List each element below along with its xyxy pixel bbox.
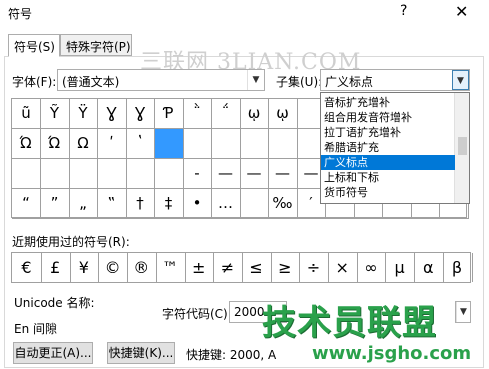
symbol-cell[interactable]: “	[12, 189, 41, 219]
symbol-cell[interactable]: ῳ	[268, 99, 298, 129]
recent-symbol-cell[interactable]: μ	[385, 253, 416, 282]
symbol-cell[interactable]: ”	[40, 189, 70, 219]
recent-symbol-cell[interactable]: ≥	[270, 253, 301, 282]
symbol-cell[interactable]	[240, 189, 269, 219]
char-code-label: 字符代码(C):	[162, 307, 232, 321]
shortcut-key-text: 快捷键: 2000, A	[186, 348, 277, 362]
unicode-name-value: En 间隙	[14, 322, 58, 336]
font-combobox[interactable]: (普通文本) ▼	[57, 69, 265, 91]
symbol-cell[interactable]: ʽ	[126, 129, 155, 159]
chevron-down-icon[interactable]: ▼	[456, 302, 470, 322]
symbol-cell[interactable]: ῭	[183, 99, 212, 129]
subset-option[interactable]: 货币符号	[321, 185, 455, 200]
recent-symbol-cell[interactable]: ÷	[299, 253, 329, 282]
symbol-cell[interactable]: ‟	[97, 189, 127, 219]
subset-option[interactable]: 音标扩充增补	[321, 95, 455, 110]
symbol-cell[interactable]	[154, 129, 184, 159]
symbol-cell[interactable]	[126, 159, 155, 189]
recent-symbol-cell[interactable]: ™	[156, 253, 186, 282]
symbol-cell[interactable]: Ƥ	[154, 99, 184, 129]
symbol-cell[interactable]: Ɣ	[126, 99, 155, 129]
symbol-cell[interactable]: ʹ	[97, 129, 127, 159]
close-icon[interactable]: ✕	[455, 2, 468, 21]
scrollbar-thumb[interactable]	[458, 137, 467, 155]
watermark-logo: 技术员联盟	[262, 303, 437, 343]
symbol-cell[interactable]	[154, 159, 184, 189]
symbol-cell[interactable]	[268, 129, 298, 159]
symbol-cell[interactable]	[12, 159, 41, 189]
symbol-cell[interactable]: Ÿ	[69, 99, 98, 129]
symbol-cell[interactable]: Ỹ	[40, 99, 70, 129]
recent-symbol-cell[interactable]: ©	[98, 253, 129, 282]
subset-combobox[interactable]: 广义标点 ▼	[320, 69, 470, 91]
recent-symbol-cell[interactable]: ®	[127, 253, 157, 282]
symbol-cell[interactable]	[40, 159, 70, 189]
recent-symbol-cell[interactable]: ±	[184, 253, 215, 282]
subset-label: 子集(U):	[276, 75, 323, 89]
symbol-cell[interactable]	[97, 159, 127, 189]
symbol-cell[interactable]: ῳ	[240, 99, 269, 129]
symbol-cell[interactable]	[211, 129, 241, 159]
recent-symbol-cell[interactable]: ¥	[69, 253, 100, 282]
subset-option[interactable]: 上标和下标	[321, 170, 455, 185]
recent-symbol-cell[interactable]: ≠	[213, 253, 243, 282]
subset-option[interactable]: 拉丁语扩充增补	[321, 125, 455, 140]
autocorrect-button[interactable]: 自动更正(A)...	[13, 342, 93, 364]
symbol-cell[interactable]	[183, 129, 212, 159]
char-code-value: 2000	[234, 305, 265, 319]
symbol-cell[interactable]	[69, 159, 98, 189]
tab-special-characters[interactable]: 特殊字符(P)	[60, 34, 132, 56]
recent-symbol-cell[interactable]: ≤	[242, 253, 272, 282]
symbol-cell[interactable]: ΅	[211, 99, 241, 129]
recent-symbol-cell[interactable]: €	[12, 253, 42, 282]
symbol-cell[interactable]: Ώ	[40, 129, 70, 159]
recent-symbol-cell[interactable]: ∞	[356, 253, 387, 282]
font-label: 字体(F):	[12, 75, 57, 89]
recent-symbols-row: € £ ¥ © ® ™ ± ≠ ≤ ≥ ÷ × ∞ μ α β	[11, 252, 473, 283]
symbol-cell[interactable]	[240, 129, 269, 159]
recent-symbol-cell[interactable]: α	[414, 253, 444, 282]
symbol-cell[interactable]: —	[211, 159, 241, 189]
subset-option[interactable]: 广义标点	[321, 155, 455, 170]
help-icon[interactable]: ?	[400, 3, 407, 19]
dropdown-scrollbar[interactable]	[454, 93, 469, 203]
symbol-cell[interactable]: „	[69, 189, 98, 219]
chevron-down-icon[interactable]: ▼	[247, 70, 264, 90]
subset-option[interactable]: 希腊语扩充	[321, 140, 455, 155]
unicode-name-label: Unicode 名称:	[14, 296, 95, 310]
symbol-cell[interactable]: —	[268, 159, 298, 189]
subset-dropdown-list: 音标扩充增补 组合用发音符增补 拉丁语扩充增补 希腊语扩充 广义标点 上标和下标 货币符号	[320, 92, 470, 204]
recent-symbols-label: 近期使用过的符号(R):	[12, 235, 130, 249]
shortcut-key-button[interactable]: 快捷键(K)...	[107, 342, 175, 364]
char-code-source-combobox[interactable]: ▼	[455, 301, 471, 323]
symbol-cell[interactable]: Ɣ	[97, 99, 127, 129]
subset-option[interactable]: 组合用发音符增补	[321, 110, 455, 125]
symbol-cell[interactable]: †	[126, 189, 155, 219]
symbol-cell[interactable]: •	[183, 189, 212, 219]
symbol-cell[interactable]: —	[240, 159, 269, 189]
symbol-cell[interactable]: Ώ	[12, 129, 41, 159]
recent-symbol-cell[interactable]: £	[41, 253, 71, 282]
tab-symbols[interactable]: 符号(S)	[8, 34, 60, 57]
symbol-cell[interactable]: ‰	[268, 189, 298, 219]
watermark-url: www.jsgho.com	[312, 343, 472, 364]
window-title: 符号	[8, 7, 33, 21]
chevron-down-icon[interactable]: ▼	[452, 70, 469, 90]
symbol-cell[interactable]: Ω	[69, 129, 98, 159]
symbol-cell[interactable]: -	[183, 159, 212, 189]
subset-value: 广义标点	[325, 75, 374, 89]
font-value: (普通文本)	[62, 75, 120, 89]
symbol-cell[interactable]: ‡	[154, 189, 184, 219]
symbol-cell[interactable]: …	[211, 189, 241, 219]
title-bar: 符号 ? ✕	[0, 0, 489, 28]
recent-symbol-cell[interactable]: β	[443, 253, 473, 282]
recent-symbol-cell[interactable]: ×	[328, 253, 358, 282]
symbol-cell[interactable]: ũ	[12, 99, 41, 129]
